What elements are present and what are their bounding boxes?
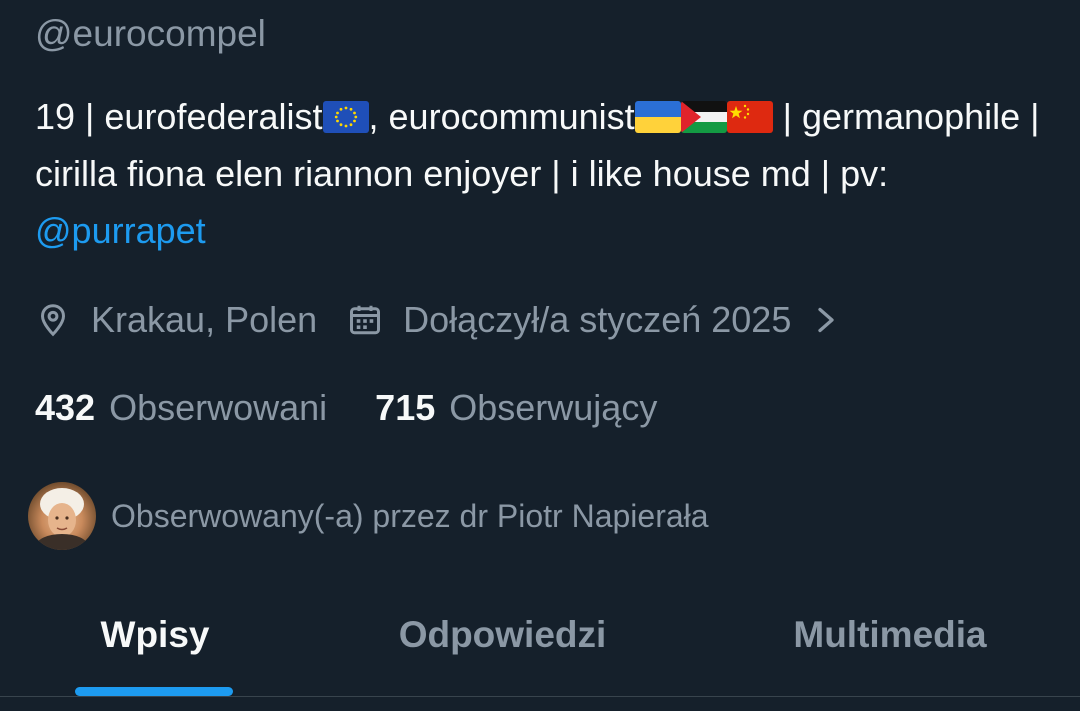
profile-bio: 19 | eurofederalist, eurocommunist | ger… (35, 88, 1045, 259)
following-link[interactable]: 432 Obserwowani (35, 387, 327, 429)
followers-label: Obserwujący (449, 387, 658, 428)
followers-link[interactable]: 715 Obserwujący (375, 387, 657, 429)
followers-count: 715 (375, 387, 436, 428)
profile-stats: 432 Obserwowani 715 Obserwujący (35, 380, 657, 436)
tab-replies[interactable]: Odpowiedzi (345, 590, 660, 680)
following-label: Obserwowani (109, 387, 328, 428)
bio-mention-link[interactable]: @purrapet (35, 210, 206, 251)
flag-ukraine-icon (634, 101, 681, 133)
location-pin-icon (35, 302, 71, 338)
active-tab-indicator (75, 687, 233, 696)
chevron-right-icon[interactable] (813, 302, 839, 338)
profile-join-date[interactable]: Dołączył/a styczeń 2025 (403, 299, 791, 341)
flag-palestine-icon (680, 101, 727, 133)
profile-tabs: Wpisy Odpowiedzi Multimedia (0, 590, 1080, 697)
tab-posts[interactable]: Wpisy (55, 590, 255, 680)
following-count: 432 (35, 387, 96, 428)
avatar (28, 482, 96, 550)
profile-header: @eurocompel 19 | eurofederalist , eurocom… (0, 0, 1080, 711)
profile-handle: @eurocompel (35, 13, 266, 54)
followed-by-text: Obserwowany(-a) przez dr Piotr Napierała (111, 497, 709, 534)
profile-location: Krakau, Polen (91, 299, 318, 340)
bio-text-2: , eurocommunist (368, 96, 635, 137)
tabs-divider (0, 696, 1080, 697)
calendar-icon (347, 302, 383, 338)
flag-china-icon (726, 101, 773, 133)
tab-media[interactable]: Multimedia (740, 590, 1040, 680)
flag-eu-icon (322, 101, 369, 133)
followed-by[interactable]: Obserwowany(-a) przez dr Piotr Napierała (28, 482, 709, 550)
profile-meta: Krakau, Polen Dołączył/a styczeń 2025 (35, 292, 839, 348)
bio-text-1: 19 | eurofederalist (35, 96, 323, 137)
